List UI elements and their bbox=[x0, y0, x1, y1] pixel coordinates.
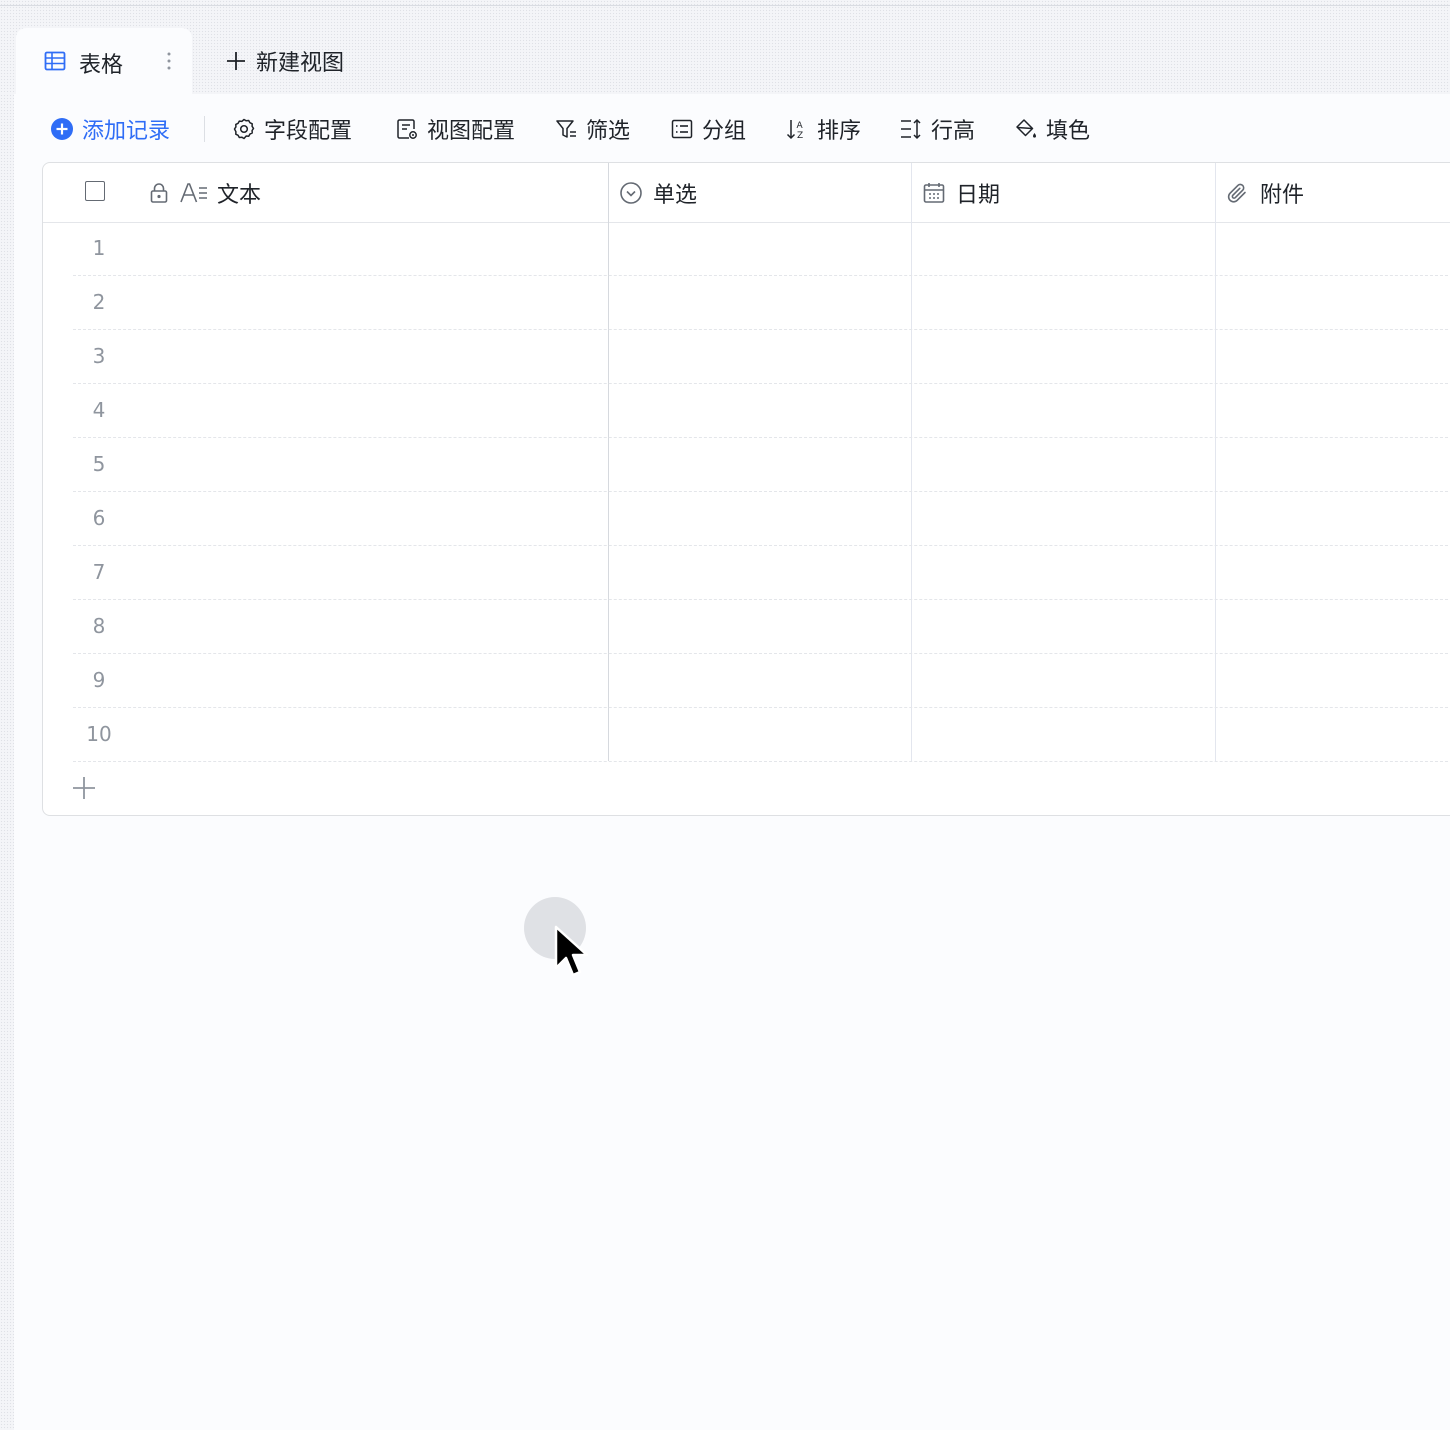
column-header-text[interactable]: 文本 bbox=[149, 163, 261, 222]
top-divider bbox=[0, 5, 1450, 6]
fill-color-button[interactable]: 填色 bbox=[1014, 112, 1090, 146]
row-number: 5 bbox=[92, 452, 106, 476]
new-view-button[interactable]: 新建视图 bbox=[224, 46, 344, 76]
row-height-icon bbox=[901, 118, 921, 140]
svg-text:A: A bbox=[797, 121, 804, 131]
group-button[interactable]: 分组 bbox=[670, 112, 746, 146]
table-row[interactable]: 9 bbox=[73, 654, 1450, 708]
column-header-single-select[interactable]: 单选 bbox=[619, 163, 697, 222]
add-record-button[interactable]: 添加记录 bbox=[50, 112, 170, 146]
tab-table-view[interactable]: 表格 bbox=[16, 28, 192, 94]
text-field-icon bbox=[180, 182, 207, 202]
left-margin-background bbox=[0, 94, 14, 1430]
field-config-button[interactable]: 字段配置 bbox=[232, 112, 352, 146]
add-circle-icon bbox=[51, 118, 73, 140]
group-label: 分组 bbox=[702, 119, 747, 144]
row-number: 4 bbox=[92, 398, 106, 422]
row-number: 8 bbox=[92, 614, 106, 638]
paperclip-icon bbox=[1227, 183, 1246, 203]
table-row[interactable]: 6 bbox=[73, 492, 1450, 546]
table-row[interactable]: 3 bbox=[73, 330, 1450, 384]
table-view-icon bbox=[44, 51, 66, 71]
column-label: 单选 bbox=[653, 182, 698, 208]
table-row[interactable]: 7 bbox=[73, 546, 1450, 600]
row-height-label: 行高 bbox=[931, 119, 976, 144]
row-height-button[interactable]: 行高 bbox=[899, 112, 975, 146]
svg-text:Z: Z bbox=[797, 131, 803, 141]
table-row[interactable]: 5 bbox=[73, 438, 1450, 492]
view-config-label: 视图配置 bbox=[427, 119, 516, 144]
add-row-icon[interactable] bbox=[71, 775, 97, 801]
view-settings-icon bbox=[397, 119, 417, 139]
fill-color-label: 填色 bbox=[1046, 119, 1091, 144]
column-header-attachment[interactable]: 附件 bbox=[1226, 163, 1304, 222]
sort-icon: A Z bbox=[786, 120, 804, 141]
plus-icon bbox=[227, 52, 245, 70]
row-number: 10 bbox=[86, 722, 112, 746]
lock-icon bbox=[150, 182, 168, 203]
calendar-icon bbox=[923, 182, 945, 203]
group-icon bbox=[671, 119, 693, 139]
top-bar-background bbox=[0, 0, 1450, 94]
row-number: 9 bbox=[92, 668, 106, 692]
filter-icon bbox=[556, 120, 576, 138]
row-number: 6 bbox=[92, 506, 106, 530]
mouse-pointer-icon bbox=[554, 925, 589, 977]
view-config-button[interactable]: 视图配置 bbox=[395, 112, 515, 146]
paint-bucket-icon bbox=[1016, 119, 1036, 138]
row-number: 1 bbox=[92, 236, 106, 260]
table-row[interactable]: 10 bbox=[73, 708, 1450, 762]
field-config-label: 字段配置 bbox=[264, 119, 353, 144]
toolbar-divider bbox=[204, 116, 205, 142]
row-number: 2 bbox=[92, 290, 106, 314]
table-row[interactable]: 2 bbox=[73, 276, 1450, 330]
tab-label: 表格 bbox=[79, 53, 124, 78]
more-options-icon[interactable] bbox=[166, 50, 172, 72]
column-label: 日期 bbox=[956, 182, 1001, 208]
single-select-icon bbox=[620, 181, 642, 204]
sort-button[interactable]: A Z 排序 bbox=[785, 112, 861, 146]
column-header-date[interactable]: 日期 bbox=[922, 163, 1000, 222]
row-number: 3 bbox=[92, 344, 106, 368]
table-row[interactable]: 8 bbox=[73, 600, 1450, 654]
data-table: 文本 单选 日期 附件 1 2 3 4 5 6 7 8 9 10 bbox=[42, 162, 1450, 816]
column-label: 文本 bbox=[217, 182, 262, 208]
sort-label: 排序 bbox=[817, 119, 862, 144]
select-all-checkbox[interactable] bbox=[85, 181, 105, 201]
new-view-label: 新建视图 bbox=[256, 51, 345, 76]
gear-icon bbox=[233, 118, 255, 140]
add-record-label: 添加记录 bbox=[82, 119, 171, 144]
column-label: 附件 bbox=[1260, 182, 1305, 208]
filter-label: 筛选 bbox=[586, 119, 631, 144]
row-number: 7 bbox=[92, 560, 106, 584]
table-row[interactable]: 4 bbox=[73, 384, 1450, 438]
table-row[interactable]: 1 bbox=[73, 222, 1450, 276]
filter-button[interactable]: 筛选 bbox=[554, 112, 630, 146]
table-header: 文本 单选 日期 附件 bbox=[43, 163, 1450, 223]
